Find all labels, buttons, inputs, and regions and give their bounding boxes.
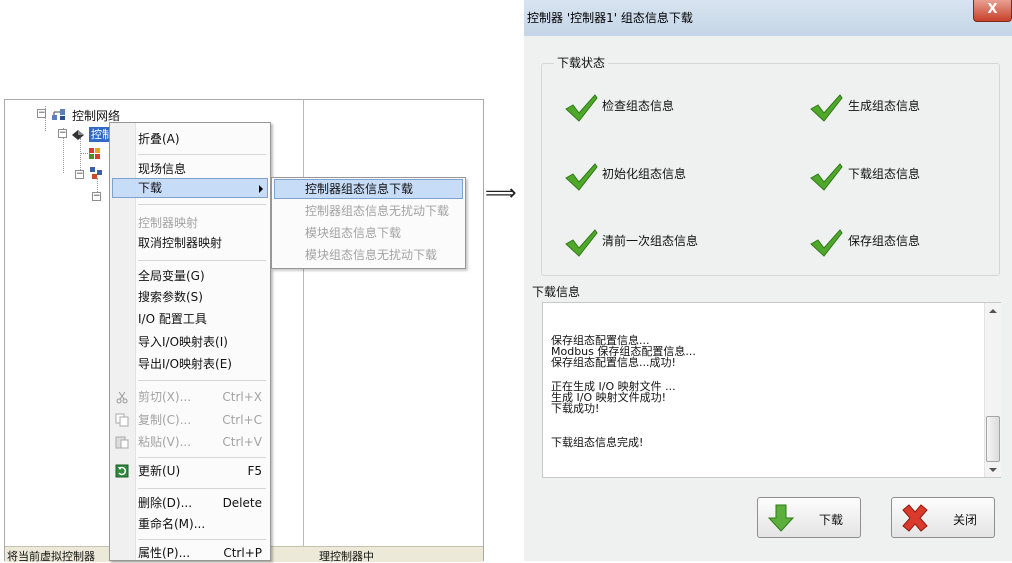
menu-item-label: 属性(P)...	[138, 546, 191, 560]
check-icon	[564, 93, 598, 123]
collapse-toggle[interactable]: −	[75, 170, 84, 179]
refresh-icon	[115, 464, 129, 478]
check-icon	[809, 228, 843, 258]
menu-separator	[138, 204, 266, 205]
collapse-toggle[interactable]: −	[37, 109, 46, 118]
panel-divider	[303, 99, 304, 547]
scissors-icon	[115, 390, 129, 404]
menu-item-label: 复制(C)...	[138, 413, 192, 427]
io-network-icon	[88, 165, 104, 181]
window-close-button[interactable]: X	[973, 0, 1012, 22]
step-save-config: 保存组态信息	[848, 234, 921, 248]
log-line: 下载组态信息完成!	[551, 436, 644, 449]
scroll-up-icon[interactable]	[989, 309, 997, 313]
menu-item-site-info[interactable]: 现场信息	[138, 159, 266, 179]
submenu-item-module-bumpless-download: 模块组态信息无扰动下载	[305, 248, 438, 262]
menu-item-label: 粘贴(V)...	[138, 435, 192, 449]
log-line: 保存组态配置信息...成功!	[551, 356, 676, 369]
menu-item-copy: 复制(C)... Ctrl+C	[138, 410, 266, 430]
context-menu: 折叠(A) 现场信息 下载 控制器映射 取消控制器映射 全局变量(G) 搜索参数…	[109, 122, 271, 561]
check-icon	[809, 162, 843, 192]
close-x-icon	[900, 504, 930, 532]
menu-item-cut: 剪切(X)... Ctrl+X	[138, 387, 266, 407]
step-init-config: 初始化组态信息	[602, 167, 687, 181]
menu-separator	[138, 488, 266, 489]
network-icon	[51, 106, 67, 122]
flow-arrow-icon: ⟹	[485, 181, 517, 206]
step-generate-config: 生成组态信息	[848, 99, 921, 113]
shortcut-label: F5	[247, 464, 262, 478]
shortcut-label: Ctrl+X	[222, 390, 262, 404]
menu-item-download[interactable]: 下载	[138, 178, 266, 198]
download-log-textbox[interactable]: 保存组态配置信息... Modbus 保存组态配置信息... 保存组态配置信息.…	[542, 302, 1001, 478]
menu-item-properties[interactable]: 属性(P)... Ctrl+P	[138, 543, 266, 563]
submenu-item-module-config-download: 模块组态信息下载	[305, 226, 402, 240]
close-button-label: 关闭	[953, 513, 978, 527]
shortcut-label: Ctrl+V	[222, 435, 262, 449]
dialog-title: 控制器 '控制器1' 组态信息下载	[527, 11, 693, 25]
collapse-toggle[interactable]: −	[92, 192, 101, 201]
menu-item-refresh[interactable]: 更新(U) F5	[138, 461, 266, 481]
menu-item-import-io-map[interactable]: 导入I/O映射表(I)	[138, 332, 266, 352]
status-text: 将当前虚拟控制器	[7, 550, 95, 562]
step-check-config: 检查组态信息	[602, 99, 675, 113]
vertical-scrollbar[interactable]	[984, 303, 1001, 477]
menu-item-io-config-tool[interactable]: I/O 配置工具	[138, 309, 266, 329]
controller-icon	[70, 127, 86, 143]
submenu-item-controller-config-download[interactable]: 控制器组态信息下载	[305, 179, 413, 199]
log-line: 下载成功!	[551, 402, 600, 415]
collapse-toggle[interactable]: −	[58, 129, 67, 138]
download-button-label: 下载	[819, 513, 844, 527]
menu-item-delete[interactable]: 删除(D)... Delete	[138, 493, 266, 513]
step-clear-previous-config: 清前一次组态信息	[602, 234, 699, 248]
menu-item-collapse[interactable]: 折叠(A)	[138, 129, 266, 149]
download-submenu: 控制器组态信息下载 控制器组态信息无扰动下载 模块组态信息下载 模块组态信息无扰…	[271, 177, 466, 269]
status-text: 理控制器中	[319, 550, 374, 562]
paste-icon	[115, 435, 129, 449]
scrollbar-thumb[interactable]	[986, 416, 1000, 462]
menu-item-controller-mapping: 控制器映射	[138, 216, 199, 230]
download-button[interactable]: 下载	[757, 497, 861, 538]
check-icon	[809, 93, 843, 123]
menu-item-global-variables[interactable]: 全局变量(G)	[138, 266, 266, 286]
dialog-titlebar: 控制器 '控制器1' 组态信息下载 X	[524, 0, 1012, 36]
menu-separator	[138, 154, 266, 155]
copy-icon	[115, 413, 129, 427]
menu-item-rename[interactable]: 重命名(M)...	[138, 514, 266, 534]
close-button[interactable]: 关闭	[891, 497, 995, 538]
download-status-legend: 下载状态	[554, 54, 609, 71]
check-icon	[564, 228, 598, 258]
menu-item-paste: 粘贴(V)... Ctrl+V	[138, 432, 266, 452]
download-dialog: 控制器 '控制器1' 组态信息下载 X 下载状态 检查组态信息 生成组态信息 初…	[524, 0, 1012, 561]
menu-item-search-parameters[interactable]: 搜索参数(S)	[138, 287, 266, 307]
menu-item-cancel-controller-mapping[interactable]: 取消控制器映射	[138, 233, 266, 253]
menu-separator	[138, 539, 266, 540]
shortcut-label: Delete	[222, 496, 262, 510]
menu-separator	[138, 457, 266, 458]
tree-node-controller-selected[interactable]: 控制	[89, 127, 111, 142]
download-arrow-icon	[766, 503, 796, 533]
shortcut-label: Ctrl+C	[222, 413, 262, 427]
menu-item-label: 更新(U)	[138, 464, 181, 478]
menu-item-label: 剪切(X)...	[138, 390, 192, 404]
menu-item-export-io-map[interactable]: 导出I/O映射表(E)	[138, 354, 266, 374]
check-icon	[564, 162, 598, 192]
scroll-down-icon[interactable]	[989, 468, 997, 472]
menu-separator	[138, 380, 266, 381]
menu-separator	[138, 260, 266, 261]
submenu-item-controller-bumpless-download: 控制器组态信息无扰动下载	[305, 204, 450, 218]
menu-item-label: 删除(D)...	[138, 496, 193, 510]
shortcut-label: Ctrl+P	[223, 546, 262, 560]
module-icon	[88, 146, 102, 160]
step-download-config: 下载组态信息	[848, 167, 921, 181]
download-info-label: 下载信息	[532, 285, 581, 299]
